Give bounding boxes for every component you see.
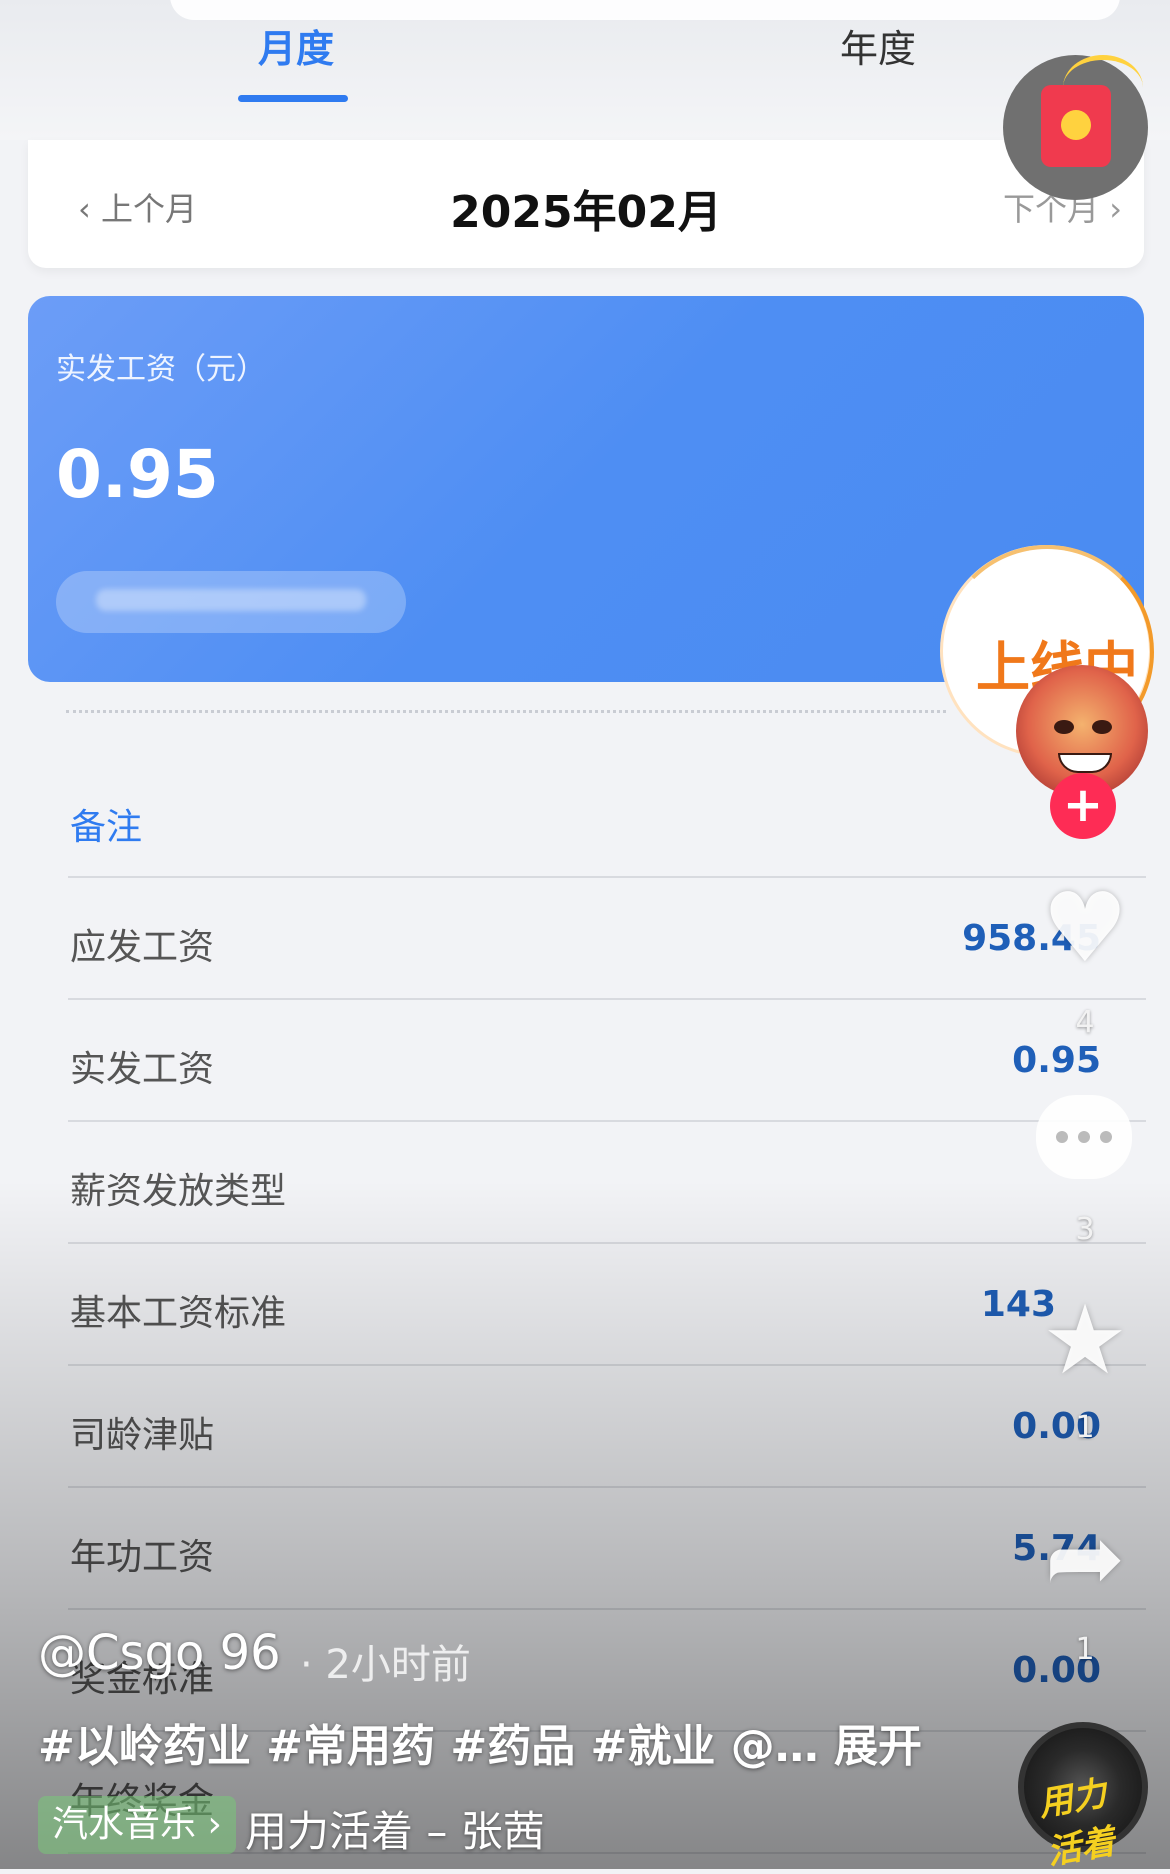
post-caption[interactable]: #以岭药业 #常用药 #药品 #就业 @… 展开 — [38, 1710, 922, 1774]
row-label: 司龄津贴 — [70, 1415, 215, 1456]
net-salary-label: 实发工资（元） — [56, 352, 266, 387]
row-label: 年功工资 — [70, 1537, 215, 1578]
tab-monthly[interactable]: 月度 — [258, 18, 334, 73]
like-button[interactable]: ♥ — [1030, 878, 1140, 978]
disc-art-text: 用力活着 — [1035, 1773, 1119, 1873]
row-label: 基本工资标准 — [70, 1293, 287, 1334]
share-button[interactable]: ➦ — [1030, 1508, 1140, 1608]
post-username[interactable]: @Csgo 96 — [38, 1625, 281, 1681]
row-gross-salary: 应发工资 958.45 — [68, 878, 1146, 1000]
share-count: 1 — [1075, 1632, 1095, 1667]
row-pay-type: 薪资发放类型 — [68, 1122, 1146, 1244]
top-pill — [170, 0, 1120, 20]
tab-bar: 月度 年度 — [0, 0, 1170, 140]
like-count: 4 — [1075, 1005, 1095, 1040]
music-app-tag[interactable]: 汽水音乐 › — [38, 1796, 236, 1854]
row-label: 实发工资 — [70, 1049, 215, 1090]
heart-icon: ♥ — [1041, 872, 1129, 984]
row-base-salary: 基本工资标准 143 — [68, 1244, 1146, 1366]
star-icon: ★ — [1041, 1284, 1129, 1396]
row-label: 备注 — [70, 807, 143, 848]
song-title[interactable]: 用力活着 – 张茜 — [245, 1798, 545, 1859]
red-packet-button[interactable] — [1003, 55, 1148, 200]
avatar-eye — [1054, 720, 1074, 734]
favorite-count: 1 — [1075, 1410, 1095, 1445]
avatar-eye — [1092, 720, 1112, 734]
current-month-title: 2025年02月 — [450, 187, 722, 238]
comment-icon[interactable] — [1036, 1095, 1132, 1179]
net-salary-value: 0.95 — [56, 436, 219, 513]
month-navigator: ‹ 上个月 2025年02月 下个月 › — [28, 140, 1144, 268]
post-time: · 2小时前 — [300, 1642, 471, 1688]
chevron-right-icon: › — [1099, 190, 1122, 228]
tab-yearly[interactable]: 年度 — [840, 18, 916, 73]
coin-icon — [1061, 110, 1091, 140]
share-arrow-icon: ➦ — [1044, 1502, 1126, 1614]
row-net-salary: 实发工资 0.95 — [68, 1000, 1146, 1122]
row-value: 0.95 — [1012, 1040, 1101, 1081]
row-service-pay: 年功工资 5.74 — [68, 1488, 1146, 1610]
row-note[interactable]: 备注 ⌄ — [68, 756, 1146, 878]
salary-detail-list: 备注 ⌄ 应发工资 958.45 实发工资 0.95 薪资发放类型 基本工资标准… — [68, 756, 1146, 1854]
blurred-badge — [56, 571, 406, 633]
music-disc-icon[interactable]: 用力活着 — [1018, 1722, 1148, 1873]
row-label: 应发工资 — [70, 927, 215, 968]
row-label: 薪资发放类型 — [70, 1171, 287, 1212]
tab-active-indicator — [238, 95, 348, 102]
follow-plus-icon[interactable]: + — [1050, 773, 1116, 839]
avatar-mouth — [1058, 753, 1112, 773]
favorite-button[interactable]: ★ — [1030, 1290, 1140, 1390]
row-seniority-allowance: 司龄津贴 0.00 — [68, 1366, 1146, 1488]
dotted-divider — [66, 710, 946, 713]
comment-count: 3 — [1075, 1212, 1095, 1247]
